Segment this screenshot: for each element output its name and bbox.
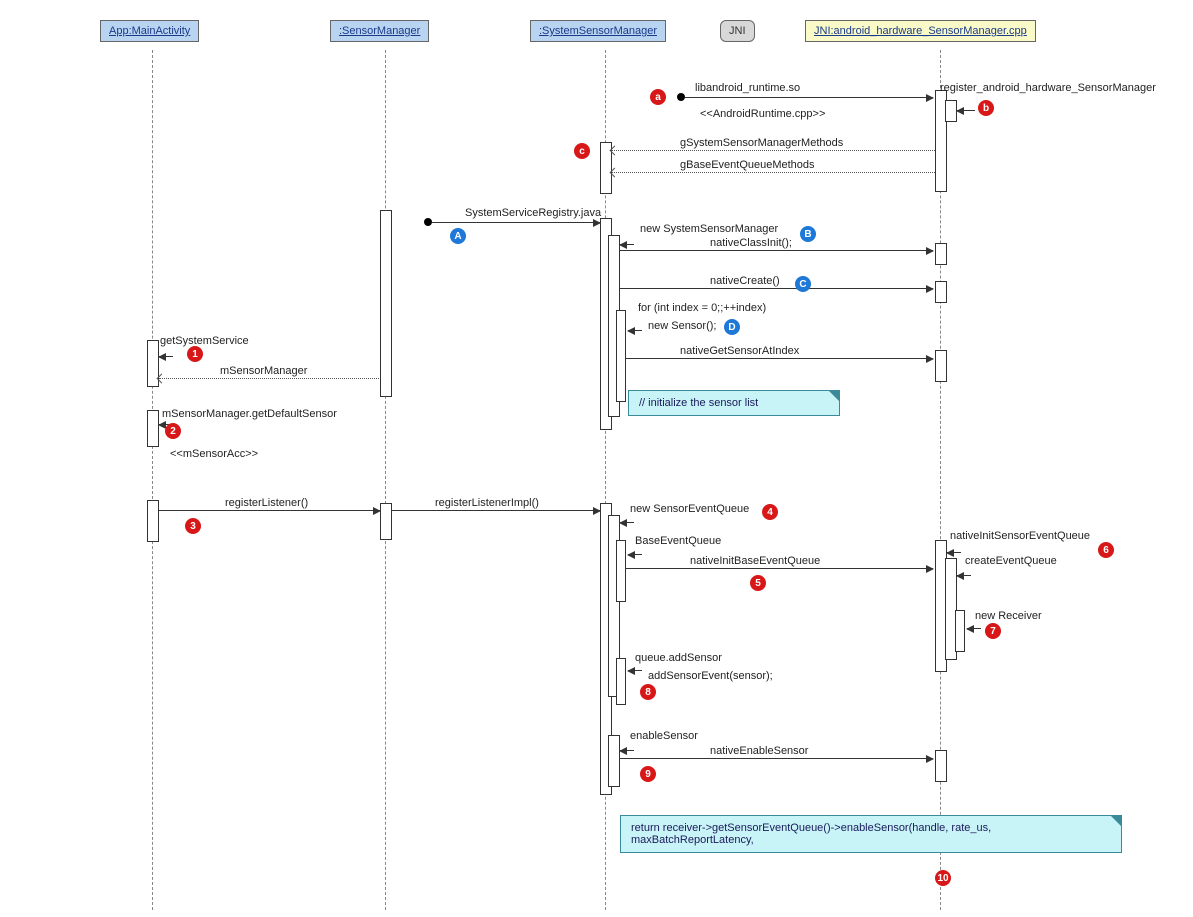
label-qadd: queue.addSensor — [635, 652, 722, 664]
self-arrow-for — [628, 330, 642, 331]
arrow-gbase — [612, 172, 935, 173]
activation-es — [608, 735, 620, 787]
lifeline-1 — [152, 50, 153, 910]
self-arrow-beq — [628, 554, 642, 555]
label-msm: mSensorManager — [220, 365, 307, 377]
self-arrow-niseq — [947, 552, 961, 553]
arrow-nibeq — [626, 568, 933, 569]
self-arrow-newrecv — [967, 628, 981, 629]
activation-jni-nes — [935, 750, 947, 782]
label-gbase: gBaseEventQueueMethods — [680, 159, 815, 171]
self-arrow-qadd — [628, 670, 642, 671]
label-beq: BaseEventQueue — [635, 535, 721, 547]
label-newsensor: new Sensor(); — [648, 320, 716, 332]
label-register: register_android_hardware_SensorManager — [940, 82, 1156, 94]
found-msg-dot-1 — [677, 93, 685, 101]
label-nc: nativeCreate() — [710, 275, 780, 287]
activation-jni-ngsai — [935, 350, 947, 382]
label-ceq: createEventQueue — [965, 555, 1057, 567]
note-init-list: // initialize the sensor list — [628, 390, 840, 416]
activation-qadd — [616, 658, 626, 705]
activation-jni-nci — [935, 243, 947, 265]
label-newseq: new SensorEventQueue — [630, 503, 749, 515]
activation-for — [616, 310, 626, 402]
label-nes: nativeEnableSensor — [710, 745, 808, 757]
activation-sm-1 — [380, 210, 392, 397]
participant-systemsensormanager: :SystemSensorManager — [530, 20, 666, 42]
label-androidruntime: <<AndroidRuntime.cpp>> — [700, 108, 825, 120]
activation-beq — [616, 540, 626, 602]
badge-4: 4 — [762, 504, 778, 520]
badge-c: c — [574, 143, 590, 159]
activation-jni-nc — [935, 281, 947, 303]
arrow-libandroid — [685, 97, 933, 98]
participant-sensormanager: :SensorManager — [330, 20, 429, 42]
label-nci: nativeClassInit(); — [710, 237, 792, 249]
label-getss: getSystemService — [160, 335, 249, 347]
activation-app-3 — [147, 500, 159, 542]
arrow-nci — [620, 250, 933, 251]
self-arrow-ceq — [957, 575, 971, 576]
badge-b: b — [978, 100, 994, 116]
badge-3: 3 — [185, 518, 201, 534]
arrow-sysreg — [432, 222, 600, 223]
self-arrow-es — [620, 750, 634, 751]
label-ase: addSensorEvent(sensor); — [648, 670, 773, 682]
badge-10: 10 — [935, 870, 951, 886]
self-arrow-getss — [159, 356, 173, 357]
activation-jni-recv — [955, 610, 965, 652]
badge-a: a — [650, 89, 666, 105]
sequence-diagram: App:MainActivity :SensorManager :SystemS… — [0, 0, 1193, 917]
label-gsys: gSystemSensorManagerMethods — [680, 137, 843, 149]
badge-C: C — [795, 276, 811, 292]
self-arrow-newssm — [620, 244, 634, 245]
badge-2: 2 — [165, 423, 181, 439]
badge-7: 7 — [985, 623, 1001, 639]
note-return: return receiver->getSensorEventQueue()->… — [620, 815, 1122, 853]
badge-8: 8 — [640, 684, 656, 700]
badge-9: 9 — [640, 766, 656, 782]
label-libandroid: libandroid_runtime.so — [695, 82, 800, 94]
arrow-gsys — [612, 150, 935, 151]
self-arrow-b — [957, 110, 975, 111]
label-es: enableSensor — [630, 730, 698, 742]
label-niseq: nativeInitSensorEventQueue — [950, 530, 1090, 542]
label-nibeq: nativeInitBaseEventQueue — [690, 555, 820, 567]
label-reglistener: registerListener() — [225, 497, 308, 509]
arrow-nes — [620, 758, 933, 759]
badge-D: D — [724, 319, 740, 335]
participant-mainactivity: App:MainActivity — [100, 20, 199, 42]
arrow-ngsai — [626, 358, 933, 359]
label-reglistenerimpl: registerListenerImpl() — [435, 497, 539, 509]
arrow-nc — [620, 288, 933, 289]
arrow-reglistener — [159, 510, 380, 511]
participant-jni: JNI — [720, 20, 755, 42]
self-arrow-newseq — [620, 522, 634, 523]
label-gds: mSensorManager.getDefaultSensor — [162, 408, 337, 420]
label-sysreg: SystemServiceRegistry.java — [465, 207, 601, 219]
activation-sm-2 — [380, 503, 392, 540]
arrow-reglistenerimpl — [392, 510, 600, 511]
label-ngsai: nativeGetSensorAtIndex — [680, 345, 799, 357]
badge-A: A — [450, 228, 466, 244]
badge-6: 6 — [1098, 542, 1114, 558]
lifeline-2 — [385, 50, 386, 910]
label-newrecv: new Receiver — [975, 610, 1042, 622]
arrow-msm — [159, 378, 379, 379]
badge-1: 1 — [187, 346, 203, 362]
badge-5: 5 — [750, 575, 766, 591]
participant-jni-cpp: JNI:android_hardware_SensorManager.cpp — [805, 20, 1036, 42]
found-msg-dot-2 — [424, 218, 432, 226]
badge-B: B — [800, 226, 816, 242]
label-newssm: new SystemSensorManager — [640, 223, 778, 235]
label-for: for (int index = 0;;++index) — [638, 302, 766, 314]
label-msensoracc: <<mSensorAcc>> — [170, 448, 258, 460]
